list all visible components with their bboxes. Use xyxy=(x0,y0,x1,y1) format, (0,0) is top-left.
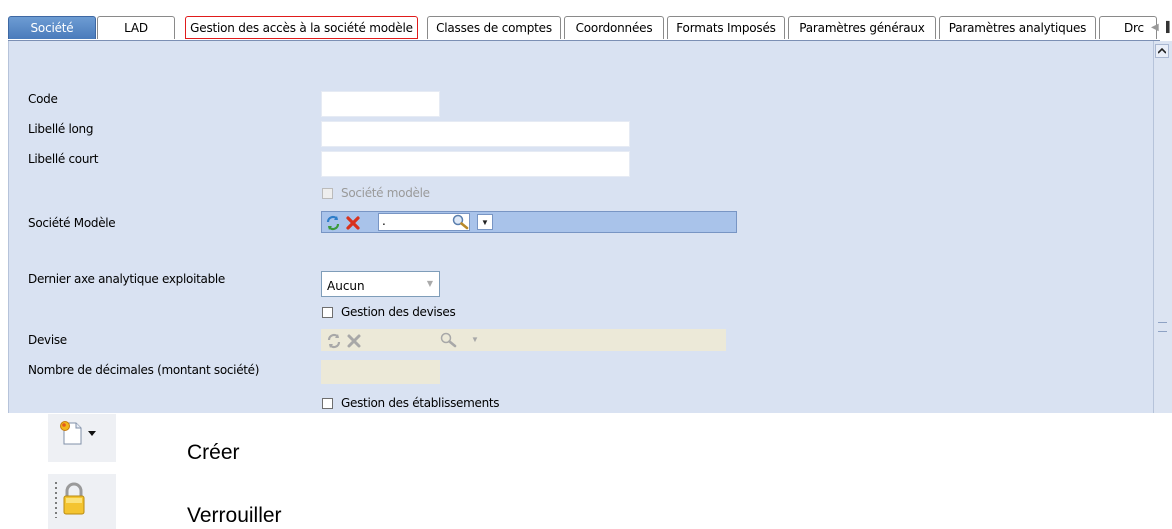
societe-modele-checkbox-row: Société modèle xyxy=(322,186,430,200)
libelle-court-input[interactable] xyxy=(321,151,630,177)
search-icon[interactable] xyxy=(452,214,469,230)
chevron-down-icon[interactable]: ▼ xyxy=(477,214,493,230)
tab-drc[interactable]: Drc xyxy=(1099,16,1157,39)
scroll-up-icon[interactable] xyxy=(1155,44,1169,58)
devise-refresh-icon xyxy=(325,332,342,349)
tab-gestion-acces-societe-modele[interactable]: Gestion des accès à la société modèle xyxy=(185,16,418,39)
nb-decimales-input xyxy=(321,360,440,384)
dernier-axe-value: Aucun xyxy=(327,279,365,293)
gestion-devises-label: Gestion des devises xyxy=(341,305,456,319)
refresh-icon[interactable] xyxy=(324,214,341,231)
devise-lookup: ▼ xyxy=(321,329,726,351)
tab-formats-imposes[interactable]: Formats Imposés xyxy=(667,16,785,39)
gestion-etablissements-row[interactable]: Gestion des établissements xyxy=(322,396,500,410)
clear-icon[interactable] xyxy=(344,214,361,231)
gestion-etablissements-checkbox[interactable] xyxy=(322,397,333,409)
devise-search-icon xyxy=(440,332,457,348)
libelle-long-input[interactable] xyxy=(321,121,630,147)
verrouiller-icon-sample xyxy=(48,474,116,529)
gestion-devises-row[interactable]: Gestion des devises xyxy=(322,305,456,319)
new-document-icon xyxy=(56,420,100,451)
tab-scroll-right-icon[interactable]: ▌ xyxy=(1166,22,1172,33)
tab-parametres-analytiques[interactable]: Paramètres analytiques xyxy=(939,16,1096,39)
tab-lad[interactable]: LAD xyxy=(97,16,175,39)
societe-modele-checkbox xyxy=(322,187,333,199)
creer-legend-label: Créer xyxy=(187,441,240,464)
dernier-axe-label: Dernier axe analytique exploitable xyxy=(28,272,225,286)
scroll-grip-icon[interactable] xyxy=(1158,322,1167,332)
tab-scroll-left-icon[interactable]: ◀ xyxy=(1151,22,1159,33)
devise-clear-icon xyxy=(345,332,362,349)
societe-modele-checkbox-label: Société modèle xyxy=(341,186,430,200)
nb-decimales-label: Nombre de décimales (montant société) xyxy=(28,363,260,377)
devise-chevron-down-icon: ▼ xyxy=(471,335,479,344)
code-label: Code xyxy=(28,92,58,106)
verrouiller-legend-label: Verrouiller xyxy=(187,504,282,527)
vertical-scrollbar[interactable] xyxy=(1153,41,1172,413)
societe-modele-lookup: . ▼ xyxy=(321,211,737,233)
tab-coordonnees[interactable]: Coordonnées xyxy=(564,16,664,39)
tab-classes-de-comptes[interactable]: Classes de comptes xyxy=(427,16,561,39)
padlock-icon xyxy=(54,480,94,525)
societe-modele-label: Société Modèle xyxy=(28,216,116,230)
tab-parametres-generaux[interactable]: Paramètres généraux xyxy=(788,16,936,39)
libelle-court-label: Libellé court xyxy=(28,152,99,166)
gestion-devises-checkbox[interactable] xyxy=(322,306,333,318)
tab-societe[interactable]: Société xyxy=(8,16,96,39)
gestion-etablissements-label: Gestion des établissements xyxy=(341,396,500,410)
dernier-axe-select[interactable]: Aucun ▼ xyxy=(321,271,440,297)
select-chevron-down-icon[interactable]: ▼ xyxy=(427,279,433,288)
creer-icon-sample xyxy=(48,414,116,462)
code-input[interactable] xyxy=(321,91,440,117)
libelle-long-label: Libellé long xyxy=(28,122,94,136)
devise-label: Devise xyxy=(28,333,67,347)
